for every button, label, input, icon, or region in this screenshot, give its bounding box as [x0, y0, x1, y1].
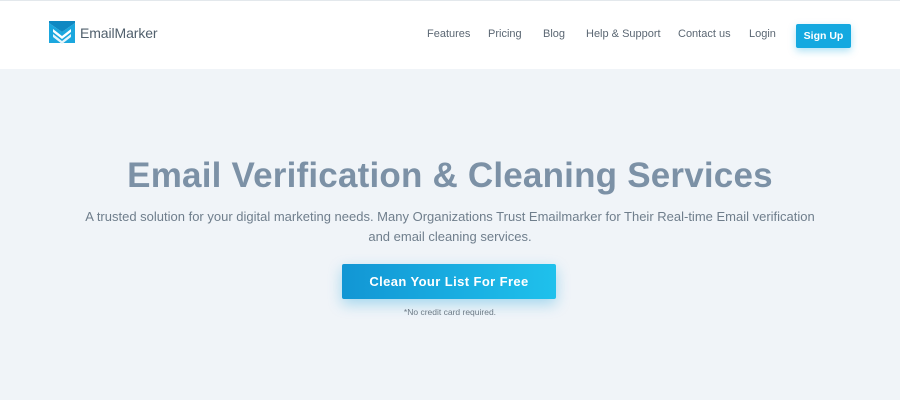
site-header: EmailMarker Features Pricing Blog Help &…	[0, 0, 900, 69]
sign-up-button[interactable]: Sign Up	[796, 24, 851, 48]
nav-help-support[interactable]: Help & Support	[586, 28, 661, 40]
nav-features[interactable]: Features	[427, 28, 470, 40]
nav-contact-us[interactable]: Contact us	[678, 28, 731, 40]
clean-list-cta-button[interactable]: Clean Your List For Free	[342, 264, 556, 299]
hero-subtitle-line-2: and email cleaning services.	[368, 229, 532, 244]
nav-login[interactable]: Login	[749, 28, 776, 40]
no-credit-card-note: *No credit card required.	[403, 307, 497, 317]
nav-blog[interactable]: Blog	[543, 28, 565, 40]
nav-pricing[interactable]: Pricing	[488, 28, 522, 40]
main-nav: Features Pricing Blog Help & Support Con…	[0, 24, 900, 48]
hero-title: Email Verification & Cleaning Services	[127, 156, 773, 195]
hero-section: Email Verification & Cleaning Services A…	[0, 69, 900, 400]
hero-subtitle-line-1: A trusted solution for your digital mark…	[85, 209, 815, 224]
hero-subtitle: A trusted solution for your digital mark…	[40, 207, 860, 247]
